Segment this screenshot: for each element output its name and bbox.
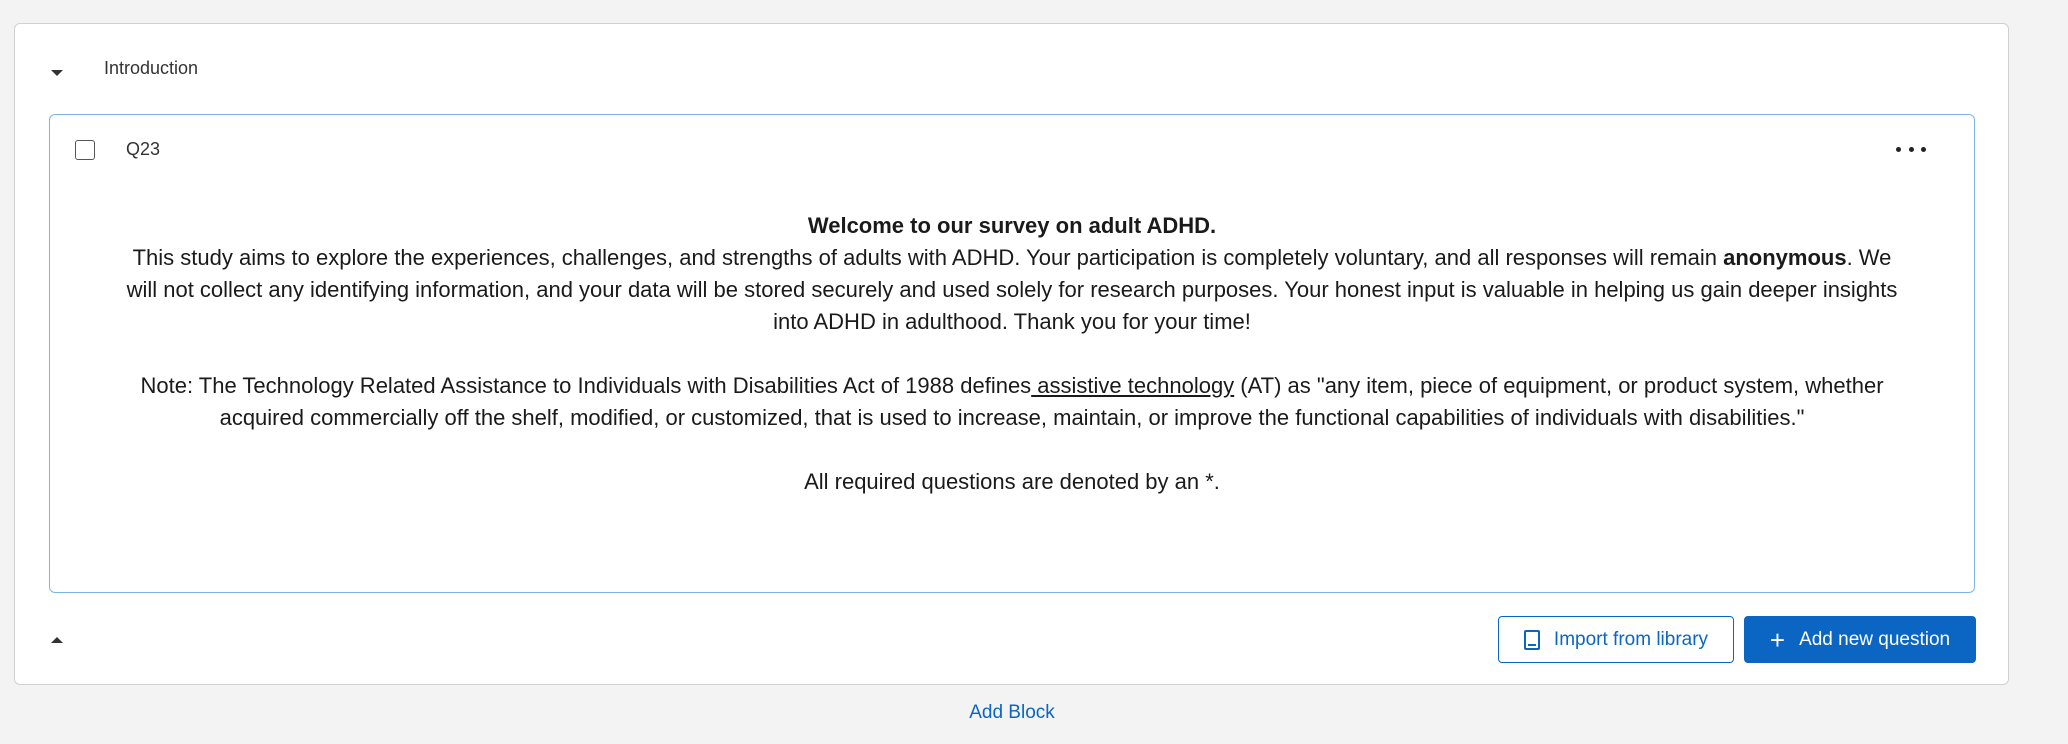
book-icon	[1523, 629, 1540, 650]
intro-paragraph: This study aims to explore the experienc…	[120, 242, 1904, 338]
import-from-library-button[interactable]: Import from library	[1498, 616, 1734, 663]
required-note: All required questions are denoted by an…	[804, 469, 1220, 494]
note-paragraph: Note: The Technology Related Assistance …	[120, 370, 1904, 434]
caret-up-icon	[51, 637, 63, 643]
plus-icon: +	[1769, 624, 1786, 655]
more-horizontal-icon	[1896, 146, 1901, 152]
more-horizontal-icon	[1908, 146, 1914, 152]
intro-bold-text: anonymous	[1723, 245, 1847, 270]
import-label: Import from library	[1553, 628, 1709, 650]
note-text: Note: The Technology Related Assistance …	[140, 373, 1032, 398]
question-id: Q23	[126, 139, 161, 159]
question-select-checkbox[interactable]	[75, 140, 95, 160]
collapse-block-button[interactable]	[45, 61, 69, 85]
more-horizontal-icon	[1921, 146, 1926, 152]
question-heading: Welcome to our survey on adult ADHD.	[807, 213, 1217, 238]
add-new-question-button[interactable]: + Add new question	[1744, 616, 1976, 663]
survey-editor-canvas: Introduction Q23 Welcome to our survey o…	[0, 0, 2068, 744]
intro-text: This study aims to explore the experienc…	[132, 245, 1724, 270]
block-title: Introduction	[104, 58, 199, 78]
question-text[interactable]: Welcome to our survey on adult ADHD. Thi…	[120, 210, 1904, 498]
add-question-label: Add new question	[1799, 628, 1951, 650]
question-card[interactable]: Q23 Welcome to our survey on adult ADHD.…	[49, 114, 1975, 593]
assistive-technology-link[interactable]: assistive technology	[1031, 373, 1234, 398]
question-menu-button[interactable]	[1896, 139, 1926, 159]
add-block-link[interactable]: Add Block	[0, 702, 2024, 724]
survey-block: Introduction Q23 Welcome to our survey o…	[14, 23, 2009, 685]
caret-down-icon	[51, 70, 63, 76]
expand-block-button[interactable]	[45, 628, 69, 652]
